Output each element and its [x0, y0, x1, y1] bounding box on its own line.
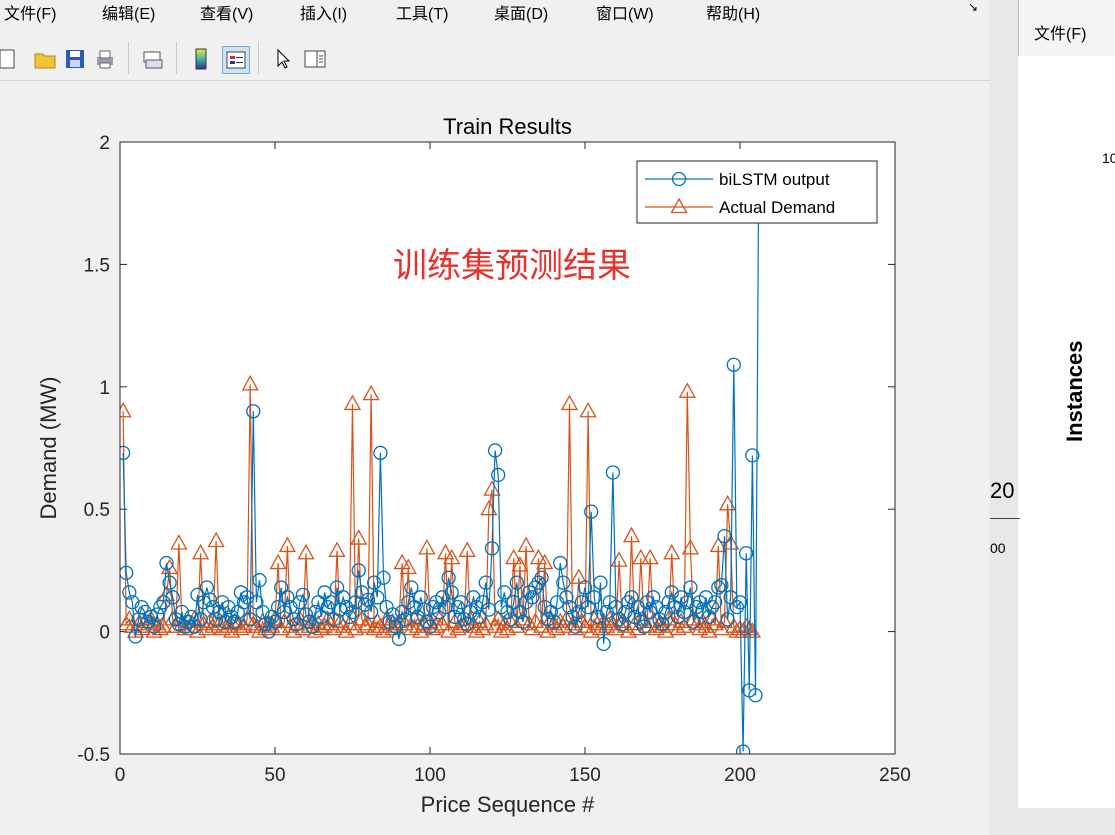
x-tick-label: 50: [264, 765, 285, 786]
chart-legend: biLSTM output Actual Demand: [636, 160, 878, 224]
y-tick-label: -0.5: [77, 745, 110, 766]
toolbar-separator: [128, 42, 129, 74]
x-tick-label: 0: [115, 765, 126, 786]
chart-annotation: 训练集预测结果: [393, 246, 631, 286]
menu-tools[interactable]: 工具(T): [396, 0, 448, 24]
open-folder-icon[interactable]: [32, 46, 58, 72]
save-icon[interactable]: [62, 46, 88, 72]
toolbar-separator: [176, 42, 177, 74]
pointer-icon[interactable]: [270, 46, 296, 72]
x-tick-label: 150: [569, 765, 601, 786]
x-tick-label: 100: [414, 765, 446, 786]
legend-label: biLSTM output: [719, 170, 830, 189]
second-figure-window: 文件(F): [990, 0, 1115, 835]
toolbar-separator: [258, 42, 259, 74]
y-tick-label: 1.5: [84, 255, 110, 276]
second-window-ylabel: Instances: [1062, 340, 1087, 443]
property-editor-icon[interactable]: [302, 46, 328, 72]
y-tick-label: 0: [99, 623, 110, 644]
figure-toolbar: [0, 36, 990, 81]
y-tick-label: 0.5: [84, 500, 110, 521]
dock-arrow-icon[interactable]: ↘: [968, 0, 978, 14]
menu-desktop[interactable]: 桌面(D): [494, 0, 548, 24]
x-tick-label: 200: [724, 765, 756, 786]
second-window-tick-fragment: 00: [990, 540, 1006, 556]
second-window-axis-line: [990, 518, 1020, 519]
colorbar-icon[interactable]: [188, 46, 214, 72]
second-window-menu-file[interactable]: 文件(F): [1034, 20, 1086, 44]
link-plot-icon[interactable]: [140, 46, 166, 72]
x-tick-label: 250: [879, 765, 911, 786]
print-icon[interactable]: [92, 46, 118, 72]
menu-file[interactable]: 文件(F): [4, 0, 56, 24]
legend-label: Actual Demand: [719, 198, 835, 217]
new-file-icon[interactable]: [0, 46, 20, 72]
y-tick-label: 1: [99, 378, 110, 399]
menu-help[interactable]: 帮助(H): [706, 0, 760, 24]
menu-window[interactable]: 窗口(W): [596, 0, 654, 24]
y-tick-label: 2: [99, 133, 110, 154]
menu-view[interactable]: 查看(V): [200, 0, 253, 24]
second-window-tick-fragment: 20: [990, 478, 1015, 503]
second-window-tick-fragment: 10: [1102, 150, 1115, 166]
menu-edit[interactable]: 编辑(E): [102, 0, 155, 24]
menu-insert[interactable]: 插入(I): [300, 0, 347, 24]
chart-title: Train Results: [443, 114, 572, 139]
menu-bar: 文件(F) 编辑(E) 查看(V) 插入(I) 工具(T) 桌面(D) 窗口(W…: [0, 0, 990, 28]
legend-icon[interactable]: [222, 46, 250, 74]
y-axis-label: Demand (MW): [36, 376, 61, 519]
plot-background: [120, 142, 895, 754]
x-axis-label: Price Sequence #: [421, 792, 595, 817]
train-results-chart: 0 50 100 150 200 250-0.500.511.52Train Result…: [36, 114, 911, 817]
figure-canvas: 0 50 100 150 200 250 -0.5 0 0.5 1 1.5 2 Train Result…: [0, 81, 990, 835]
